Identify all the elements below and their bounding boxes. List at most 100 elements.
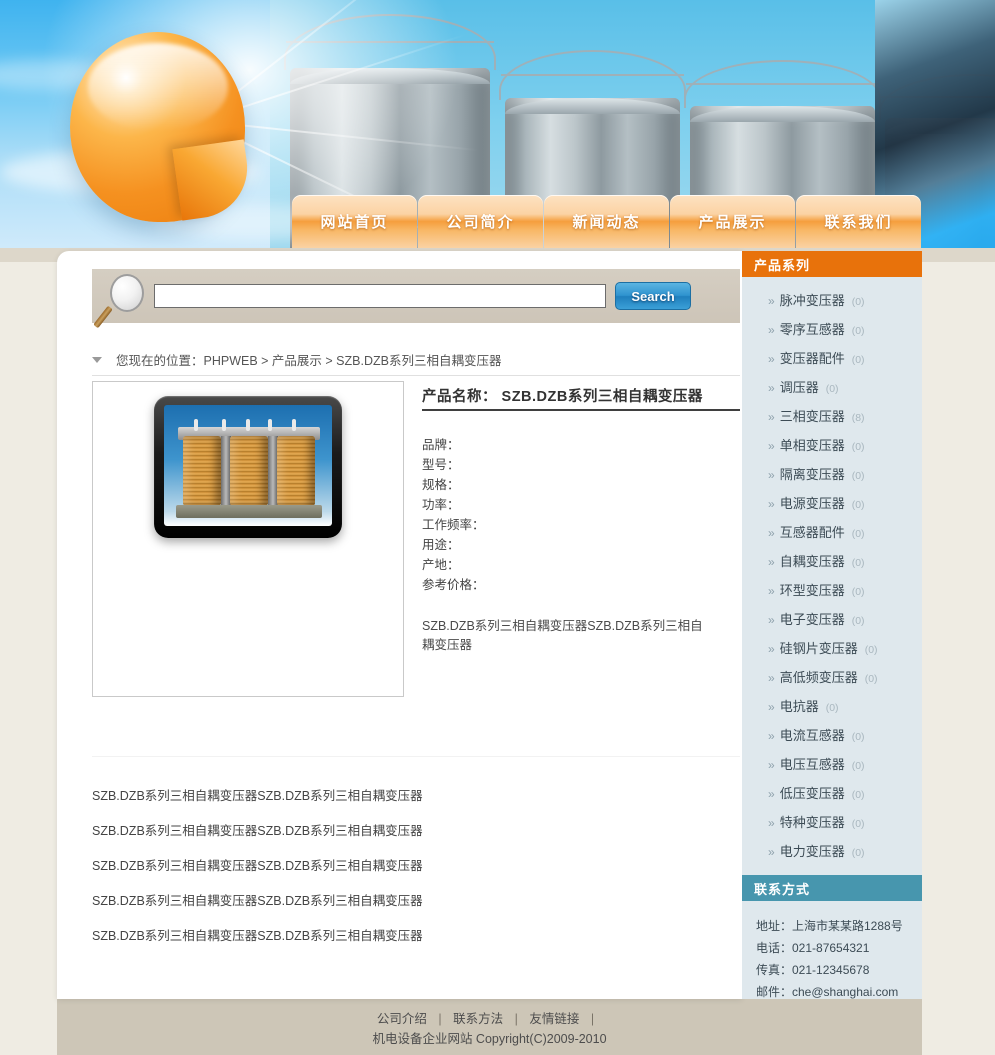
footer-separator: |: [590, 1012, 595, 1026]
page-body: Search 您现在的位置：PHPWEB > 产品展示 > SZB.DZB系列三…: [57, 251, 922, 999]
sidebar-item-count: (0): [851, 789, 865, 801]
spec-model: 型号：: [422, 458, 460, 472]
search-button[interactable]: Search: [615, 282, 691, 310]
sidebar-item-label: 电力变压器: [779, 844, 845, 859]
sidebar-item-label: 低压变压器: [779, 786, 845, 801]
product-title: 产品名称： SZB.DZB系列三相自耦变压器: [422, 381, 740, 411]
chevron-right-icon: »: [768, 613, 775, 627]
sidebar-item-voltage-transformer[interactable]: » 电压互感器 (0): [742, 751, 922, 780]
chevron-right-icon: »: [768, 729, 775, 743]
nav-item-news[interactable]: 新闻动态: [544, 195, 669, 248]
chevron-right-icon: »: [768, 758, 775, 772]
sidebar-item-power-transformer[interactable]: » 电力变压器 (0): [742, 838, 922, 867]
sidebar-item-power-supply-transformer[interactable]: » 电源变压器 (0): [742, 490, 922, 519]
sidebar-item-single-phase-transformer[interactable]: » 单相变压器 (0): [742, 432, 922, 461]
footer-link-friendly-links[interactable]: 友情链接: [529, 1012, 579, 1026]
sidebar-item-label: 电抗器: [779, 699, 819, 714]
footer-copyright: 机电设备企业网站 Copyright(C)2009-2010: [372, 1032, 607, 1046]
related-product-list: SZB.DZB系列三相自耦变压器SZB.DZB系列三相自耦变压器 SZB.DZB…: [92, 779, 740, 954]
spec-usage: 用途：: [422, 538, 460, 552]
nav-item-about[interactable]: 公司简介: [418, 195, 543, 248]
sidebar-categories-title: 产品系列: [742, 251, 922, 277]
sidebar-item-electronic-transformer[interactable]: » 电子变压器 (0): [742, 606, 922, 635]
chevron-right-icon: »: [768, 584, 775, 598]
sidebar-item-count: (0): [851, 325, 865, 337]
sidebar-item-count: (0): [851, 847, 865, 859]
sidebar-item-label: 隔离变压器: [779, 467, 845, 482]
section-divider: [92, 756, 740, 757]
footer-links: 公司介绍 | 联系方法 | 友情链接 |: [57, 1009, 922, 1029]
nav-item-products[interactable]: 产品展示: [670, 195, 795, 248]
spec-brand: 品牌：: [422, 438, 460, 452]
site-banner: 网站首页 公司简介 新闻动态 产品展示 联系我们: [0, 0, 995, 248]
nav-item-home[interactable]: 网站首页: [292, 195, 417, 248]
breadcrumb-text[interactable]: 您现在的位置：PHPWEB > 产品展示 > SZB.DZB系列三相自耦变压器: [116, 350, 501, 369]
sidebar-item-isolation-transformer[interactable]: » 隔离变压器 (0): [742, 461, 922, 490]
sidebar-item-silicon-steel-transformer[interactable]: » 硅钢片变压器 (0): [742, 635, 922, 664]
nav-item-contact[interactable]: 联系我们: [796, 195, 921, 248]
search-input[interactable]: [154, 284, 606, 308]
sidebar-item-transformer-parts[interactable]: » 变压器配件 (0): [742, 345, 922, 374]
spec-price: 参考价格：: [422, 578, 485, 592]
sidebar-item-pulse-transformer[interactable]: » 脉冲变压器 (0): [742, 287, 922, 316]
footer-link-contact[interactable]: 联系方法: [453, 1012, 503, 1026]
sidebar-category-list: » 脉冲变压器 (0) » 零序互感器 (0) » 变压器配件 (0) » 调压…: [742, 277, 922, 875]
chevron-right-icon: »: [768, 642, 775, 656]
logo-peel-corner: [172, 139, 254, 221]
spec-origin: 产地：: [422, 558, 460, 572]
sidebar-item-label: 自耦变压器: [779, 554, 845, 569]
list-item[interactable]: SZB.DZB系列三相自耦变压器SZB.DZB系列三相自耦变压器: [92, 814, 740, 849]
sidebar-item-voltage-regulator[interactable]: » 调压器 (0): [742, 374, 922, 403]
sidebar-item-count: (8): [851, 412, 865, 424]
chevron-right-icon: »: [768, 526, 775, 540]
chevron-right-icon: »: [768, 845, 775, 859]
footer-separator: |: [438, 1012, 442, 1026]
list-item[interactable]: SZB.DZB系列三相自耦变压器SZB.DZB系列三相自耦变压器: [92, 849, 740, 884]
product-spec-panel: 产品名称： SZB.DZB系列三相自耦变压器 品牌： 型号： 规格： 功率： 工…: [404, 381, 740, 697]
sidebar-item-current-transformer[interactable]: » 电流互感器 (0): [742, 722, 922, 751]
chevron-right-icon: »: [768, 352, 775, 366]
sidebar-item-toroidal-transformer[interactable]: » 环型变压器 (0): [742, 577, 922, 606]
sidebar-item-special-transformer[interactable]: » 特种变压器 (0): [742, 809, 922, 838]
chevron-right-icon: »: [768, 294, 775, 308]
sidebar-item-count: (0): [851, 586, 865, 598]
sidebar-item-label: 电源变压器: [779, 496, 845, 511]
list-item[interactable]: SZB.DZB系列三相自耦变压器SZB.DZB系列三相自耦变压器: [92, 779, 740, 814]
contact-phone: 电话：021-87654321: [756, 941, 870, 955]
sidebar-item-three-phase-transformer[interactable]: » 三相变压器 (8): [742, 403, 922, 432]
sidebar-item-low-voltage-transformer[interactable]: » 低压变压器 (0): [742, 780, 922, 809]
sidebar-item-high-low-frequency-transformer[interactable]: » 高低频变压器 (0): [742, 664, 922, 693]
list-item[interactable]: SZB.DZB系列三相自耦变压器SZB.DZB系列三相自耦变压器: [92, 884, 740, 919]
sidebar-contact-title: 联系方式: [742, 875, 922, 901]
footer-link-about[interactable]: 公司介绍: [377, 1012, 427, 1026]
search-bar: Search: [92, 269, 740, 329]
site-logo[interactable]: [70, 32, 254, 222]
sidebar-item-label: 三相变压器: [779, 409, 845, 424]
contact-address: 地址：上海市某某路1288号: [756, 919, 903, 933]
sidebar-item-reactor[interactable]: » 电抗器 (0): [742, 693, 922, 722]
chevron-right-icon: »: [768, 410, 775, 424]
sidebar-item-label: 变压器配件: [779, 351, 845, 366]
contact-email: 邮件：che@shanghai.com: [756, 985, 899, 999]
chevron-right-icon: »: [768, 787, 775, 801]
product-image-box[interactable]: [92, 381, 404, 697]
chevron-right-icon: »: [768, 671, 775, 685]
sidebar-item-count: (0): [851, 528, 865, 540]
spec-frequency: 工作频率：: [422, 518, 485, 532]
sidebar-item-ct-parts[interactable]: » 互感器配件 (0): [742, 519, 922, 548]
sidebar-item-count: (0): [851, 499, 865, 511]
sidebar-item-count: (0): [851, 296, 865, 308]
sidebar-item-count: (0): [851, 760, 865, 772]
sidebar-item-autotransformer[interactable]: » 自耦变压器 (0): [742, 548, 922, 577]
list-item[interactable]: SZB.DZB系列三相自耦变压器SZB.DZB系列三相自耦变压器: [92, 919, 740, 954]
sidebar-item-label: 电子变压器: [779, 612, 845, 627]
sidebar: 产品系列 » 脉冲变压器 (0) » 零序互感器 (0) » 变压器配件 (0)…: [742, 251, 922, 999]
sidebar-item-count: (0): [851, 441, 865, 453]
sidebar-item-zero-sequence-ct[interactable]: » 零序互感器 (0): [742, 316, 922, 345]
logo-gloss: [87, 43, 228, 131]
sidebar-item-count: (0): [825, 383, 839, 395]
sidebar-item-count: (0): [864, 673, 878, 685]
product-spec-list: 品牌： 型号： 规格： 功率： 工作频率： 用途： 产地： 参考价格：: [422, 435, 740, 595]
chevron-right-icon: »: [768, 700, 775, 714]
footer-separator: |: [514, 1012, 518, 1026]
